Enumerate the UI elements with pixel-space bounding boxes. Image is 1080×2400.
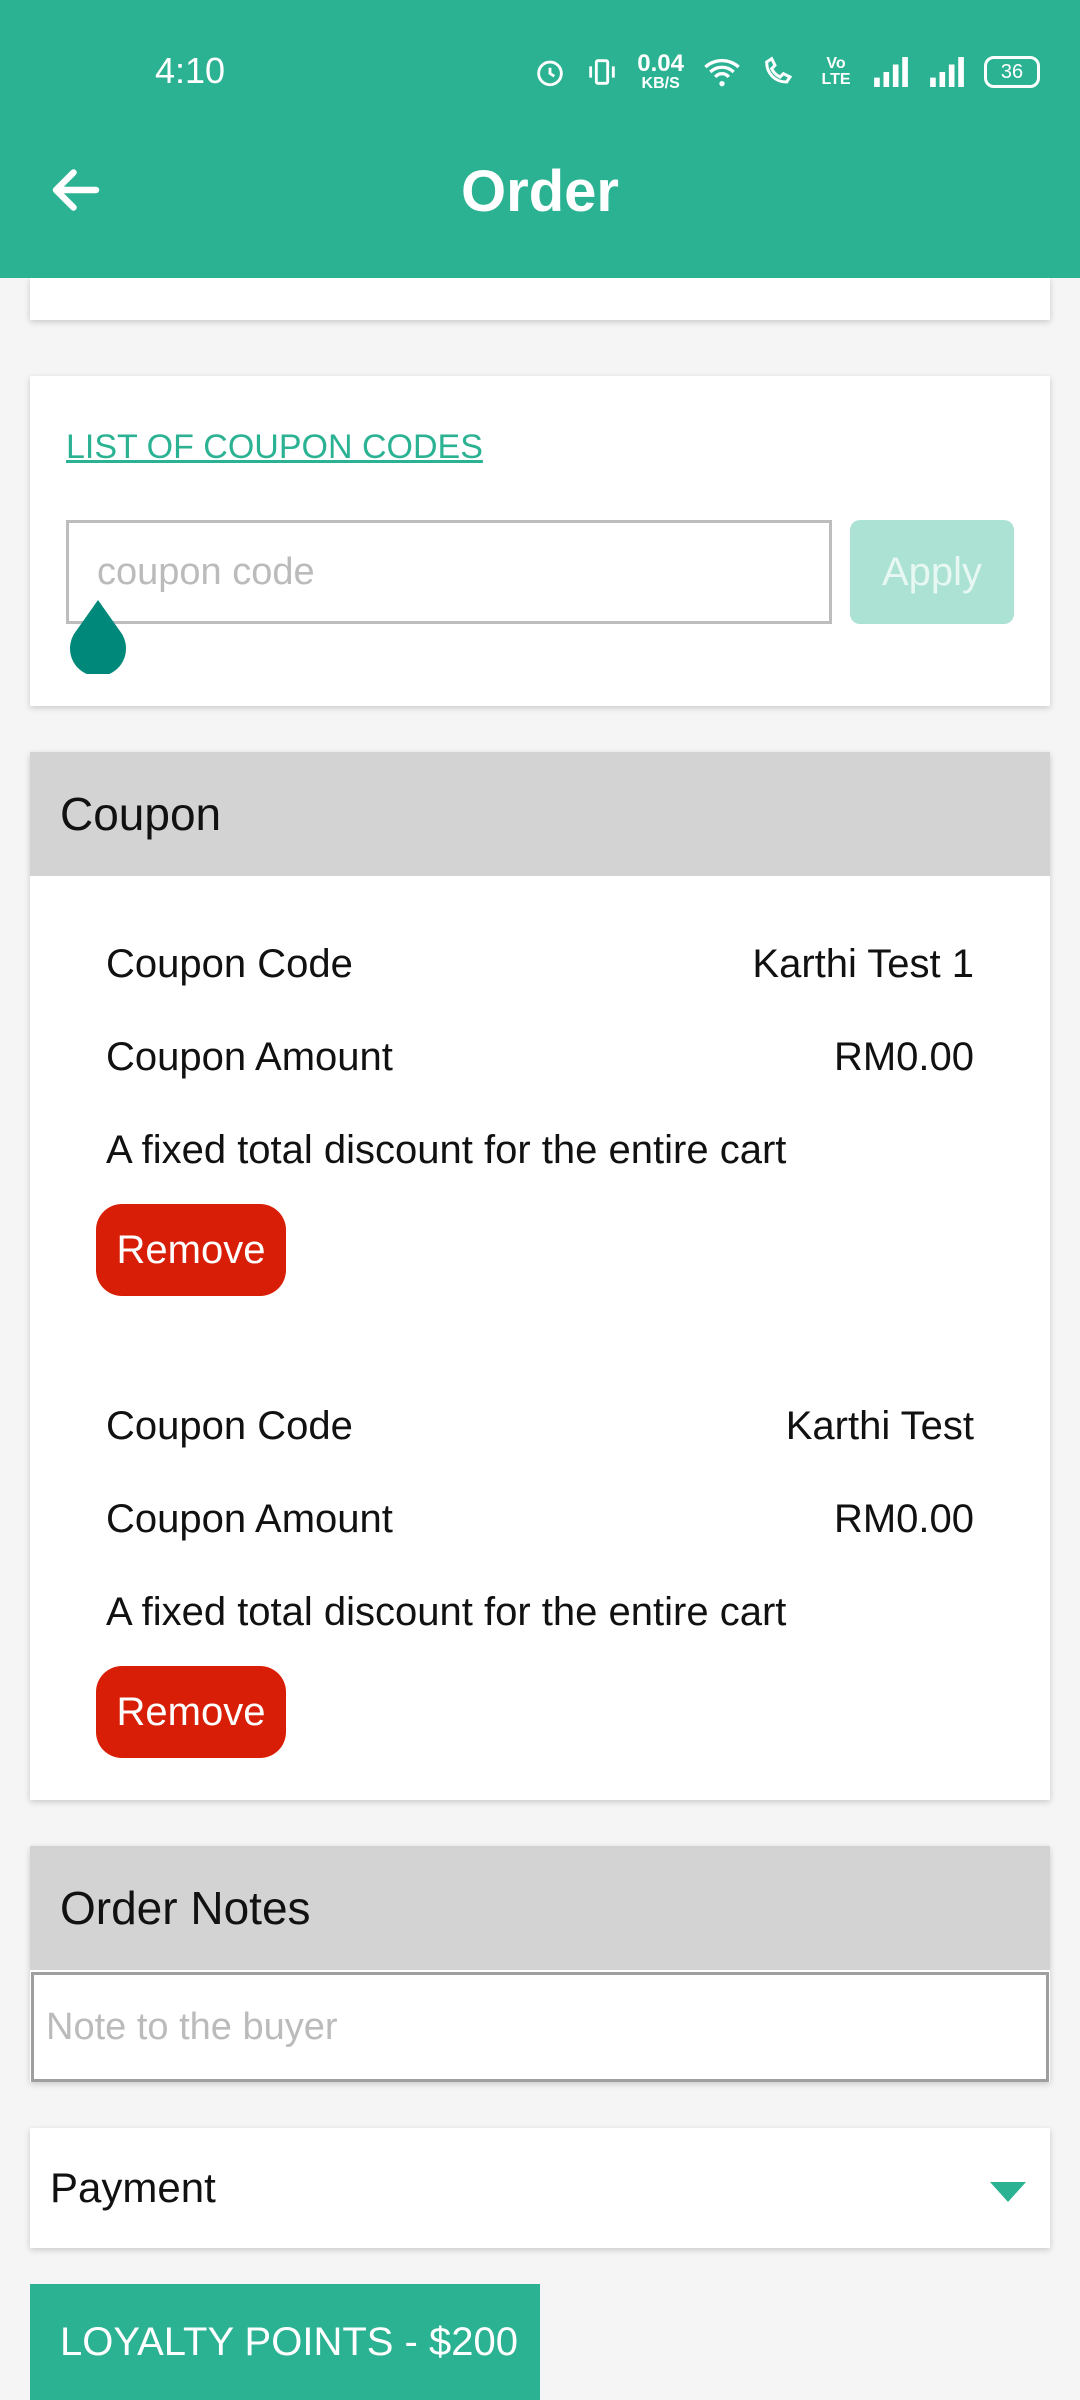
remove-coupon-button[interactable]: Remove [96,1204,286,1296]
signal-icon-1 [872,57,910,87]
net-speed: 0.04 KB/S [637,52,684,92]
page-title: Order [461,159,619,224]
coupon-description: A fixed total discount for the entire ca… [106,1590,787,1634]
coupon-code-value: Karthi Test 1 [752,942,974,986]
battery-icon: 36 [984,56,1040,88]
coupon-code-row: Coupon Code Karthi Test [106,1404,974,1449]
order-notes-header: Order Notes [30,1846,1050,1970]
wifi-calling-icon [760,55,800,89]
status-time: 4:10 [155,50,226,91]
alarm-icon [533,55,567,89]
status-icons: 0.04 KB/S Vo LTE 36 [533,52,1040,92]
coupon-code-label: Coupon Code [106,1404,353,1448]
coupon-section-title: Coupon [60,788,222,840]
coupon-description: A fixed total discount for the entire ca… [106,1128,787,1172]
wifi-icon [702,55,742,89]
buyer-note-input[interactable]: Note to the buyer [31,1972,1049,2082]
vibrate-icon [585,55,619,89]
net-speed-value: 0.04 [637,50,684,77]
payment-label: Payment [50,2164,216,2211]
apply-button[interactable]: Apply [850,520,1014,624]
payment-dropdown[interactable]: Payment [30,2128,1050,2248]
volte-icon: Vo LTE [821,55,851,88]
coupon-amount-label: Coupon Amount [106,1035,393,1079]
remove-coupon-button[interactable]: Remove [96,1666,286,1758]
coupon-code-input[interactable]: coupon code [66,520,832,624]
text-cursor-handle[interactable] [68,600,128,677]
coupon-amount-row: Coupon Amount RM0.00 [106,1497,974,1542]
coupon-code-value: Karthi Test [785,1404,974,1448]
coupon-list-link[interactable]: LIST OF COUPON CODES [66,428,483,467]
order-notes-title: Order Notes [60,1882,311,1934]
signal-icon-2 [928,57,966,87]
coupon-code-label: Coupon Code [106,942,353,986]
previous-card-edge [30,278,1050,320]
coupon-amount-row: Coupon Amount RM0.00 [106,1035,974,1080]
coupon-code-row: Coupon Code Karthi Test 1 [106,942,974,987]
loyalty-points-button[interactable]: LOYALTY POINTS - $200 [30,2284,540,2400]
app-bar: 4:10 0.04 KB/S Vo LTE 36 Order [0,0,1080,278]
coupon-amount-value: RM0.00 [833,1035,974,1079]
coupon-section-header: Coupon [30,752,1050,876]
coupon-amount-value: RM0.00 [833,1497,974,1541]
net-speed-unit: KB/S [641,75,680,92]
dropdown-arrow-icon [990,2164,1026,2212]
coupon-amount-label: Coupon Amount [106,1497,393,1541]
